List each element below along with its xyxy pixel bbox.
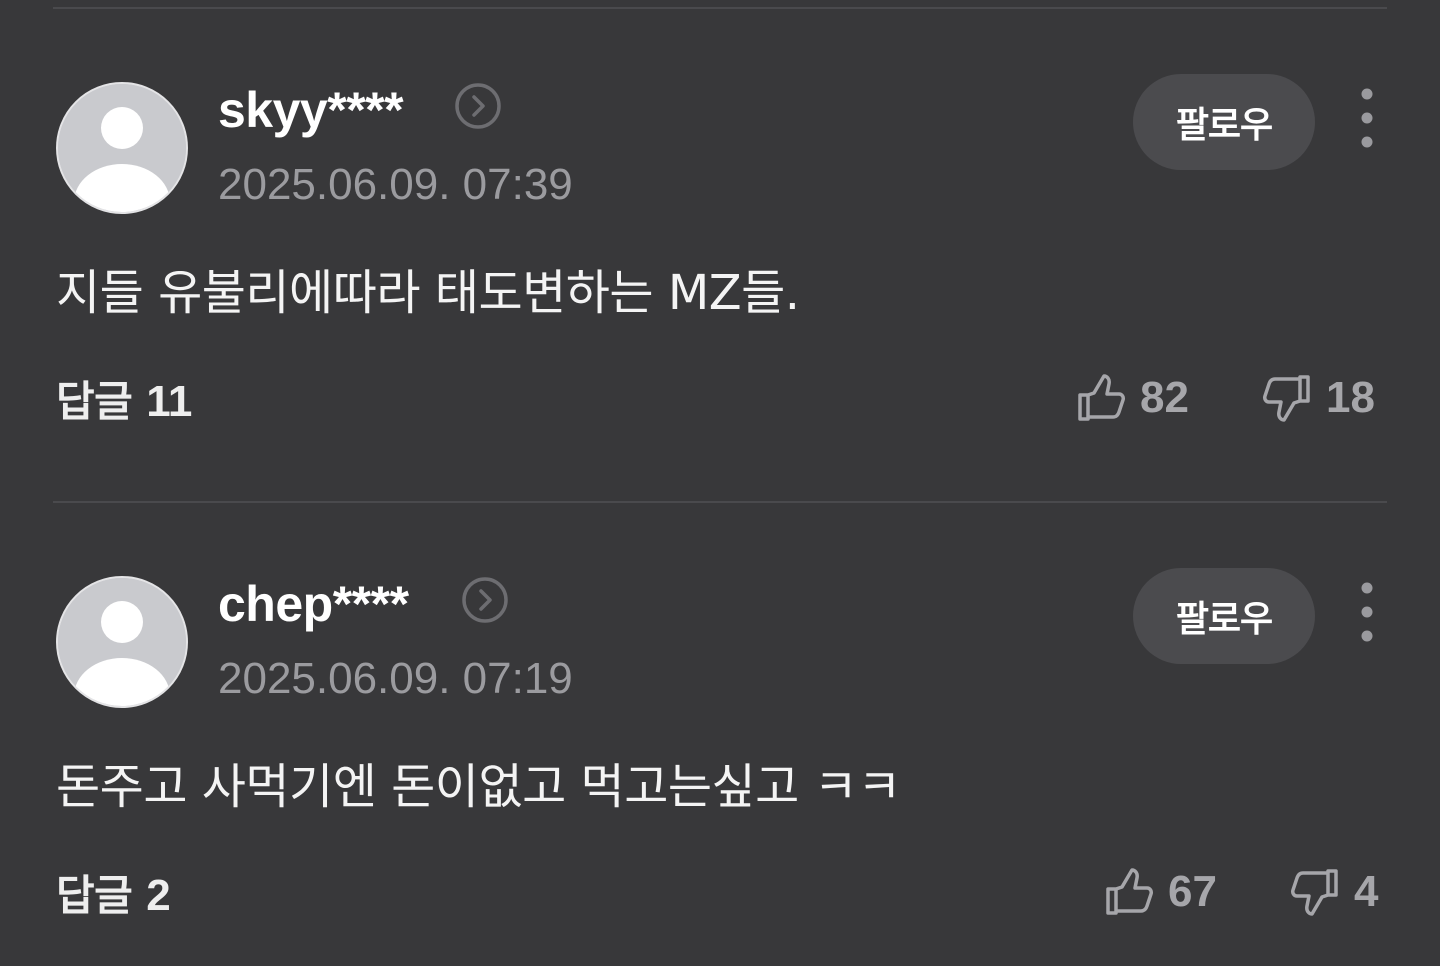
follow-button[interactable]: 팔로우 bbox=[1133, 74, 1315, 170]
comment-item: skyy**** 2025.06.09. 07:39 팔로우 지들 유불리에따라… bbox=[0, 0, 1440, 480]
chevron-right-circle-icon[interactable] bbox=[454, 82, 502, 130]
reply-label: 답글 bbox=[56, 377, 133, 426]
username[interactable]: chep**** bbox=[218, 576, 409, 632]
like-count: 67 bbox=[1168, 867, 1217, 916]
thumbs-up-icon bbox=[1106, 868, 1153, 915]
like-button[interactable]: 67 bbox=[1104, 864, 1217, 920]
dislike-button[interactable]: 18 bbox=[1262, 370, 1375, 426]
comment-timestamp: 2025.06.09. 07:19 bbox=[218, 654, 573, 703]
like-button[interactable]: 82 bbox=[1076, 370, 1189, 426]
comment-item: chep**** 2025.06.09. 07:19 팔로우 돈주고 사먹기엔 … bbox=[0, 494, 1440, 966]
reply-count: 11 bbox=[146, 377, 192, 426]
comment-timestamp: 2025.06.09. 07:39 bbox=[218, 160, 573, 209]
dislike-count: 4 bbox=[1354, 867, 1379, 916]
comment-list: skyy**** 2025.06.09. 07:39 팔로우 지들 유불리에따라… bbox=[0, 0, 1440, 966]
chevron-right-circle-icon[interactable] bbox=[461, 576, 509, 624]
user-avatar[interactable] bbox=[56, 82, 188, 214]
thumbs-down-icon bbox=[1291, 869, 1338, 916]
comment-text: 돈주고 사먹기엔 돈이없고 먹고는싶고 ㅋㅋ bbox=[56, 759, 901, 815]
username[interactable]: skyy**** bbox=[218, 82, 404, 138]
default-avatar-icon bbox=[58, 84, 186, 212]
follow-button[interactable]: 팔로우 bbox=[1133, 568, 1315, 664]
dislike-button[interactable]: 4 bbox=[1290, 864, 1378, 920]
comment-text: 지들 유불리에따라 태도변하는 MZ들. bbox=[56, 265, 800, 321]
default-avatar-icon bbox=[58, 578, 186, 706]
dislike-count: 18 bbox=[1326, 373, 1375, 422]
more-vertical-icon[interactable] bbox=[1352, 580, 1382, 644]
thumbs-down-icon bbox=[1263, 375, 1310, 422]
reply-label: 답글 bbox=[56, 871, 133, 920]
more-vertical-icon[interactable] bbox=[1352, 86, 1382, 150]
reply-button[interactable]: 답글 2 bbox=[56, 868, 171, 924]
thumbs-up-icon bbox=[1078, 374, 1125, 421]
reply-count: 2 bbox=[146, 871, 171, 920]
reply-button[interactable]: 답글 11 bbox=[56, 374, 192, 430]
like-count: 82 bbox=[1140, 373, 1189, 422]
user-avatar[interactable] bbox=[56, 576, 188, 708]
